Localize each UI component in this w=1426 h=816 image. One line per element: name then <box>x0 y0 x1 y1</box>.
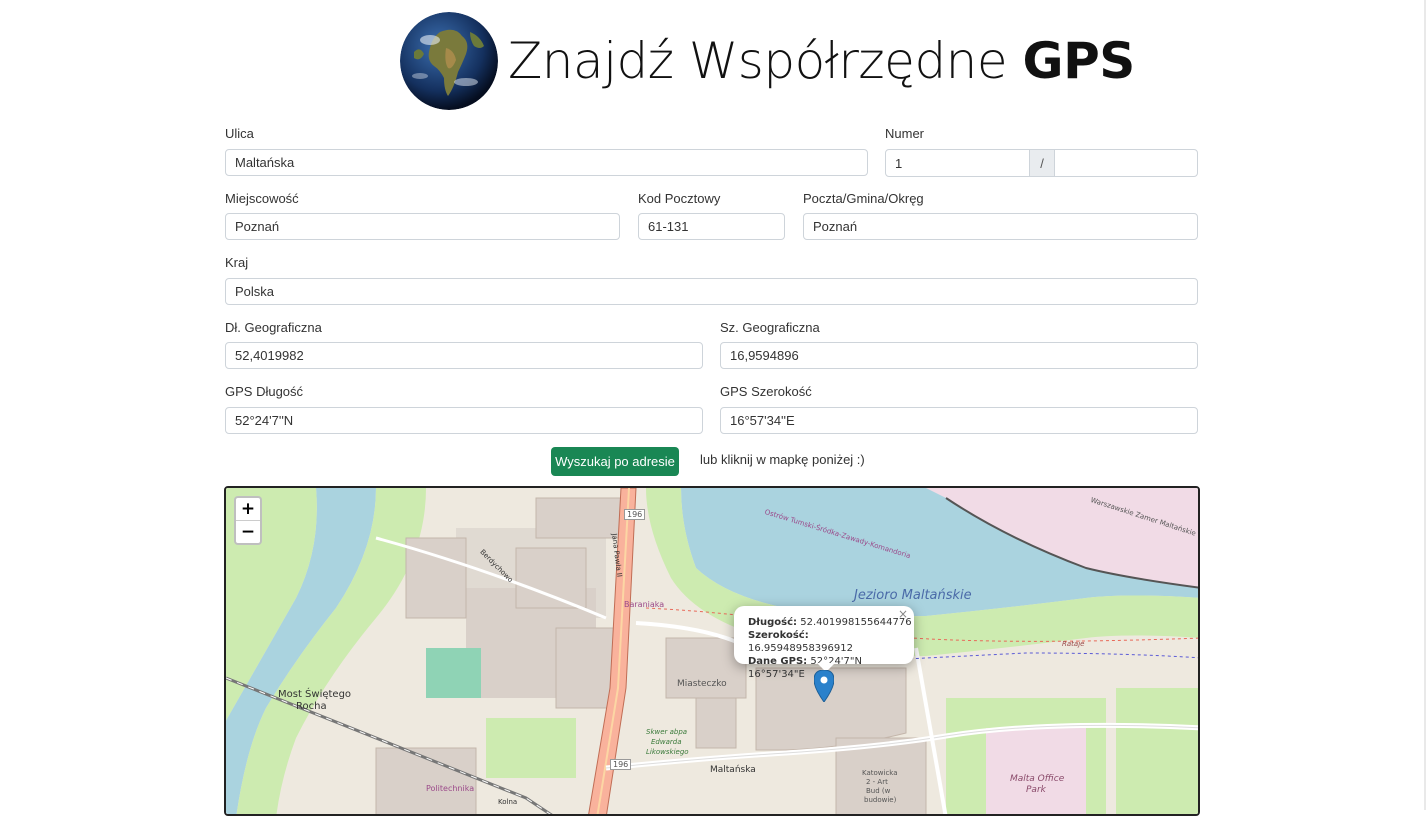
popup-lat-label: Szerokość: <box>748 630 809 641</box>
skwer-label-2: Edwarda <box>651 738 682 746</box>
skwer-label: Skwer abpa <box>646 728 688 736</box>
search-by-address-button[interactable]: Wyszukaj po adresie <box>551 447 679 476</box>
flat-number-input[interactable] <box>1054 149 1198 177</box>
country-label: Kraj <box>225 255 249 270</box>
kolna-label: Kolna <box>498 798 518 806</box>
gps-lat-label: GPS Szerokość <box>720 384 812 399</box>
baraniaka-label: Baraniaka <box>624 600 665 609</box>
skwer-label-3: Likowskiego <box>646 748 689 756</box>
title-main: Znajdź Współrzędne <box>508 32 1008 90</box>
politechnika-label: Politechnika <box>426 784 475 793</box>
country-input[interactable]: Polska <box>225 278 1198 305</box>
popup-lon-value: 52.401998155644776 <box>800 617 912 628</box>
popup-close-button[interactable]: × <box>898 608 908 621</box>
number-label: Numer <box>885 126 925 141</box>
page-header: Znajdź Współrzędne GPS <box>400 10 1135 112</box>
katowicka-label-3: Bud (w <box>866 787 891 795</box>
popup-lat-value: 16.95948958396912 <box>748 643 853 654</box>
gps-lat-input[interactable]: 16°57'34''E <box>720 407 1198 434</box>
zoom-in-button[interactable]: + <box>236 498 260 520</box>
popup-gps-label: Dane GPS: <box>748 656 808 667</box>
globe-logo-icon <box>400 12 498 110</box>
popup-lat-row: Szerokość: 16.95948958396912 <box>748 629 914 655</box>
gps-lon-input[interactable]: 52°24'7''N <box>225 407 703 434</box>
location-popup: × Długość: 52.401998155644776 Szerokość:… <box>734 606 914 680</box>
bridge-label: Most Świętego <box>278 689 352 700</box>
street-input[interactable]: Maltańska <box>225 149 868 176</box>
number-separator: / <box>1030 149 1054 177</box>
street-label: Ulica <box>225 126 254 141</box>
street-maltanska-label: Maltańska <box>710 765 756 775</box>
popup-lon-row: Długość: 52.401998155644776 <box>748 616 914 629</box>
title-bold: GPS <box>1022 32 1136 90</box>
gps-lon-label: GPS Długość <box>225 384 304 399</box>
zoom-control: + − <box>234 496 262 545</box>
post-input[interactable]: Poznań <box>803 213 1198 240</box>
city-label: Miejscowość <box>225 191 299 206</box>
zoom-out-button[interactable]: − <box>236 520 260 543</box>
katowicka-label-4: budowie) <box>864 796 897 804</box>
postcode-label: Kod Pocztowy <box>638 191 721 206</box>
lon-label: Dł. Geograficzna <box>225 320 322 335</box>
number-input[interactable]: 1 <box>885 149 1030 177</box>
lon-input[interactable]: 52,4019982 <box>225 342 703 369</box>
map-view[interactable]: Jezioro Maltańskie Most Świętego Rocha 1… <box>224 486 1200 816</box>
popup-lon-label: Długość: <box>748 617 798 628</box>
number-input-group: 1 / <box>885 149 1198 177</box>
malta-office-label-2: Park <box>1026 785 1046 795</box>
miasteczko-label: Miasteczko <box>677 679 727 689</box>
road-number-badge: 196 <box>624 509 646 520</box>
lat-input[interactable]: 16,9594896 <box>720 342 1198 369</box>
post-label: Poczta/Gmina/Okręg <box>803 191 924 206</box>
katowicka-label: Katowicka <box>862 769 898 777</box>
page-title: Znajdź Współrzędne GPS <box>508 32 1135 90</box>
map-click-hint: lub kliknij w mapkę poniżej :) <box>700 452 865 467</box>
rataje-label: Rataje <box>1062 640 1085 648</box>
bridge-label-2: Rocha <box>296 701 327 712</box>
road-number-badge-2: 196 <box>610 759 632 770</box>
lake-label: Jezioro Maltańskie <box>854 588 972 603</box>
city-input[interactable]: Poznań <box>225 213 620 240</box>
malta-office-label: Malta Office <box>1010 774 1065 784</box>
lat-label: Sz. Geograficzna <box>720 320 820 335</box>
postcode-input[interactable]: 61-131 <box>638 213 785 240</box>
katowicka-label-2: 2 - Art <box>866 778 888 786</box>
